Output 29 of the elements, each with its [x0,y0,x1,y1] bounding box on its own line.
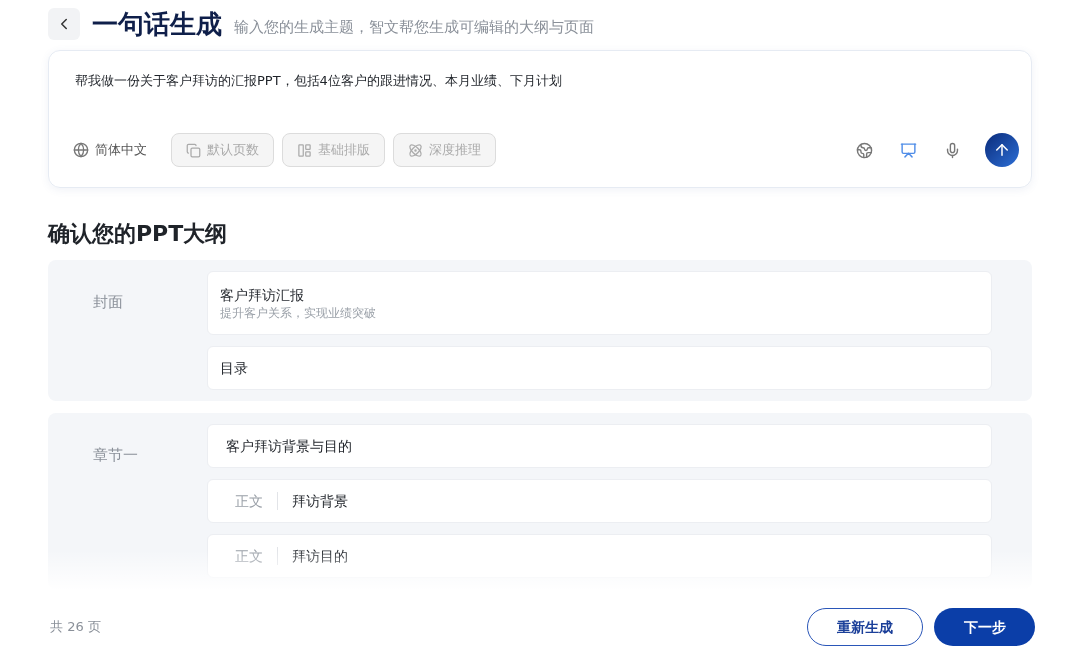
outline-heading: 确认您的PPT大纲 [48,220,229,248]
page-type-label: 正文 [235,546,263,566]
presentation-icon [899,141,917,159]
slide-subtitle: 提升客户关系，实现业绩突破 [220,305,377,321]
outline-card[interactable]: 正文 拜访背景 [207,479,992,523]
outline-card[interactable]: 客户拜访汇报 提升客户关系，实现业绩突破 [207,271,992,335]
send-button[interactable] [985,133,1019,167]
globe-icon [855,141,873,159]
section-label: 封面 [92,292,124,313]
slide-title: 客户拜访汇报 [220,286,305,305]
page-type-label: 正文 [235,491,263,511]
copy-icon [186,142,201,158]
page-title: 一句话生成 [92,7,222,41]
page-count: 共 26 页 [50,618,101,637]
page-title: 拜访背景 [292,491,348,511]
outline-card[interactable]: 正文 拜访目的 [207,534,992,578]
prompt-input[interactable]: 帮我做一份关于客户拜访的汇报PPT，包括4位客户的跟进情况、本月业绩、下月计划 [75,71,1005,121]
page-subtitle: 输入您的生成主题，智文帮您生成可编辑的大纲与页面 [234,16,594,38]
next-button[interactable]: 下一步 [934,608,1035,646]
outline-card[interactable]: 目录 [207,346,992,390]
chapter-title: 客户拜访背景与目的 [226,436,352,456]
section-label: 章节一 [92,445,139,466]
atom-icon [408,142,423,158]
outline-card[interactable]: 客户拜访背景与目的 [207,424,992,468]
language-selector[interactable]: 简体中文 [73,140,163,160]
page-title: 拜访目的 [292,546,348,566]
globe-icon [73,142,89,158]
slide-title: 目录 [220,358,248,378]
layout-icon [297,142,312,158]
